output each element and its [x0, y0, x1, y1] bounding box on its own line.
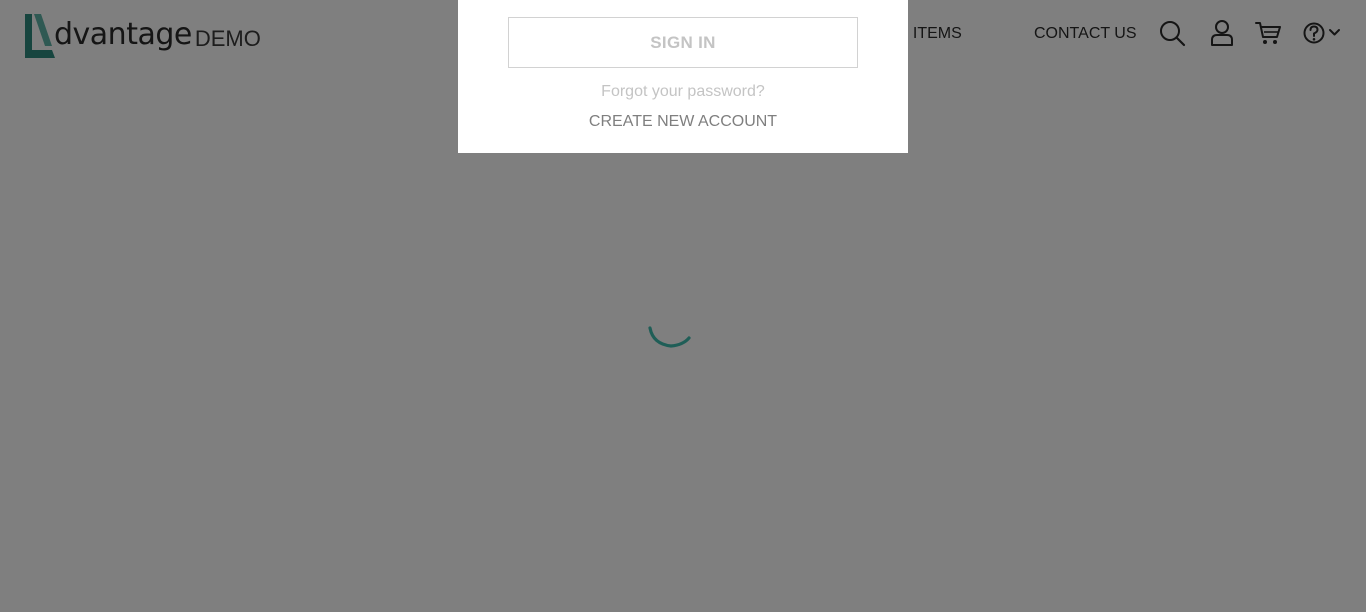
forgot-password-link[interactable]: Forgot your password? — [458, 82, 908, 102]
create-account-link[interactable]: CREATE NEW ACCOUNT — [458, 112, 908, 132]
sign-in-button[interactable]: SIGN IN — [508, 17, 858, 68]
login-popup: SIGN IN Forgot your password? CREATE NEW… — [458, 0, 908, 153]
loading-spinner-icon — [645, 306, 695, 356]
